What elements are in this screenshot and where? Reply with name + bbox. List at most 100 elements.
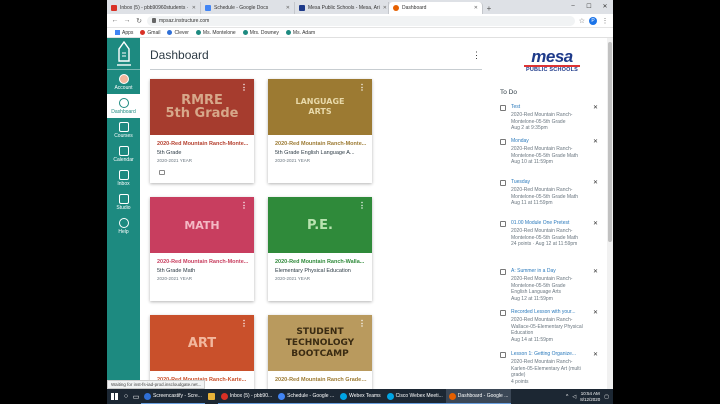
maximize-icon[interactable]: ☐ (581, 0, 597, 12)
scrollbar-thumb[interactable] (608, 42, 612, 242)
system-tray: ^ ◁ 10:54 AM 8/12/2020 ▢ (566, 391, 613, 402)
course-code[interactable]: 2020-Red Mountain Ranch-Walla... (275, 259, 367, 265)
url-field[interactable]: mpsaz.instructure.com (147, 15, 575, 26)
course-code[interactable]: 2020-Red Mountain Ranch-Monte... (275, 141, 367, 147)
tab-schedule[interactable]: Schedule - Google Docs ✕ (201, 2, 295, 14)
taskbar-file-explorer[interactable] (205, 389, 218, 404)
reload-icon[interactable]: ↻ (135, 17, 143, 25)
dismiss-icon[interactable]: ✕ (593, 104, 598, 111)
todo-title[interactable]: 01.00 Module One Pretest (511, 220, 583, 226)
card-options-icon[interactable]: ⋮ (358, 83, 366, 92)
nav-studio[interactable]: Studio (107, 190, 140, 214)
dismiss-icon[interactable]: ✕ (593, 351, 598, 358)
course-card[interactable]: ART⋮ 2020-Red Mountain Ranch-Karte... (150, 315, 254, 389)
bookmark-downey[interactable]: Mrs. Downey (242, 30, 279, 36)
course-code[interactable]: 2020-Red Mountain Ranch-Monte... (157, 259, 249, 265)
course-code[interactable]: 2020-Red Mountain Ranch-Monte... (157, 141, 249, 147)
course-card[interactable]: LANGUAGE ARTS ⋮ 2020-Red Mountain Ranch-M… (268, 79, 372, 183)
browser-window: Inbox (5) - pbb90960students · ✕ Schedule… (107, 0, 613, 389)
course-card-image[interactable]: STUDENT TECHNOLOGY BOOTCAMP ⋮ (268, 315, 372, 371)
windows-taskbar: ○ ▭ Screencastify - Scre... Inbox (5) - … (107, 389, 613, 404)
close-window-icon[interactable]: ✕ (597, 0, 613, 12)
course-art: P.E. (268, 197, 372, 253)
forward-icon[interactable]: → (123, 17, 131, 24)
vertical-scrollbar[interactable] (607, 38, 613, 389)
card-options-icon[interactable]: ⋮ (240, 201, 248, 210)
close-icon[interactable]: ✕ (383, 5, 387, 11)
taskbar-webex-teams[interactable]: Webex Teams (337, 389, 384, 404)
nav-calendar[interactable]: Calendar (107, 142, 140, 166)
taskbar-schedule[interactable]: Schedule - Google ... (275, 389, 338, 404)
school-logo[interactable] (107, 38, 140, 70)
announcements-icon[interactable] (159, 170, 165, 175)
volume-icon[interactable]: ◁ (572, 394, 576, 400)
todo-title[interactable]: Monday (511, 138, 583, 144)
course-card-image[interactable]: P.E. ⋮ (268, 197, 372, 253)
search-icon[interactable]: ○ (121, 393, 131, 400)
close-icon[interactable]: ✕ (192, 5, 196, 11)
main-content: Dashboard ⋮ RMRE 5th Grade ⋮ 2020-Red Mou… (140, 38, 613, 389)
dashboard-icon (118, 97, 129, 108)
nav-dashboard[interactable]: Dashboard (107, 94, 140, 118)
star-icon[interactable]: ☆ (579, 17, 585, 25)
dashboard-options-icon[interactable]: ⋮ (472, 50, 481, 61)
todo-due: Aug 11 at 11:59pm (511, 200, 553, 206)
card-options-icon[interactable]: ⋮ (240, 319, 248, 328)
course-card[interactable]: RMRE 5th Grade ⋮ 2020-Red Mountain Ranch-… (150, 79, 254, 183)
clock[interactable]: 10:54 AM 8/12/2020 (580, 391, 600, 402)
taskbar-webex-meetings[interactable]: Cisco Webex Meeti... (383, 389, 446, 404)
course-card[interactable]: P.E. ⋮ 2020-Red Mountain Ranch-Walla... E… (268, 197, 372, 301)
close-icon[interactable]: ✕ (286, 5, 290, 11)
dismiss-icon[interactable]: ✕ (593, 220, 598, 227)
course-card[interactable]: STUDENT TECHNOLOGY BOOTCAMP ⋮ 2020-Red Mo… (268, 315, 372, 389)
profile-avatar[interactable]: P (589, 16, 597, 25)
nav-inbox[interactable]: Inbox (107, 166, 140, 190)
bookmark-apps[interactable]: Apps (115, 30, 133, 36)
card-options-icon[interactable]: ⋮ (358, 201, 366, 210)
todo-item: Lesson 1: Getting Organize... 2020-Red M… (500, 351, 598, 389)
card-options-icon[interactable]: ⋮ (240, 83, 248, 92)
minimize-icon[interactable]: – (565, 0, 581, 12)
bookmarks-bar: Apps Gmail Clever Ms. Montelone Mrs. Dow… (107, 28, 613, 38)
todo-due: 4 points (511, 378, 529, 385)
dismiss-icon[interactable]: ✕ (593, 309, 598, 316)
taskbar-screencastify[interactable]: Screencastify - Scre... (141, 389, 205, 404)
task-view-icon[interactable]: ▭ (131, 393, 141, 401)
menu-icon[interactable]: ⋮ (601, 17, 609, 25)
tab-inbox[interactable]: Inbox (5) - pbb90960students · ✕ (107, 2, 201, 14)
canvas-icon (195, 30, 201, 35)
back-icon[interactable]: ← (111, 17, 119, 24)
card-options-icon[interactable]: ⋮ (358, 319, 366, 328)
bookmark-adam[interactable]: Ms. Adam (285, 30, 315, 36)
start-button[interactable] (107, 389, 121, 404)
nav-help[interactable]: Help (107, 214, 140, 238)
bookmark-gmail[interactable]: Gmail (140, 30, 160, 36)
todo-title[interactable]: A: Summer in a Day (511, 268, 583, 274)
bookmark-clever[interactable]: Clever (167, 30, 189, 36)
dismiss-icon[interactable]: ✕ (593, 179, 598, 186)
course-card-image[interactable]: ART ⋮ (150, 315, 254, 371)
course-card-image[interactable]: LANGUAGE ARTS ⋮ (268, 79, 372, 135)
new-tab-button[interactable]: + (483, 2, 495, 14)
dismiss-icon[interactable]: ✕ (593, 268, 598, 275)
todo-title[interactable]: Recorded Lesson with your... (511, 309, 583, 315)
taskbar-inbox[interactable]: Inbox (5) - pbb90... (217, 389, 276, 404)
tray-up-icon[interactable]: ^ (566, 394, 568, 400)
close-icon[interactable]: ✕ (474, 5, 478, 11)
docs-icon (205, 5, 211, 11)
course-code[interactable]: 2020-Red Mountain Ranch Grade ... (275, 377, 367, 383)
course-card-image[interactable]: RMRE 5th Grade ⋮ (150, 79, 254, 135)
nav-account[interactable]: Account (107, 70, 140, 94)
todo-title[interactable]: Lesson 1: Getting Organize... (511, 351, 583, 357)
tab-dashboard[interactable]: Dashboard ✕ (389, 2, 483, 14)
dismiss-icon[interactable]: ✕ (593, 138, 598, 145)
course-card-image[interactable]: MATH ⋮ (150, 197, 254, 253)
todo-title[interactable]: Test (511, 104, 583, 110)
taskbar-dashboard[interactable]: Dashboard - Google ... (445, 389, 512, 404)
tab-mesa[interactable]: Mesa Public Schools - Mesa, Ari ✕ (295, 2, 389, 14)
bookmark-montelone[interactable]: Ms. Montelone (195, 30, 236, 36)
todo-title[interactable]: Tuesday (511, 179, 583, 185)
nav-courses[interactable]: Courses (107, 118, 140, 142)
course-card[interactable]: MATH ⋮ 2020-Red Mountain Ranch-Monte... 5… (150, 197, 254, 301)
notifications-icon[interactable]: ▢ (604, 394, 609, 400)
